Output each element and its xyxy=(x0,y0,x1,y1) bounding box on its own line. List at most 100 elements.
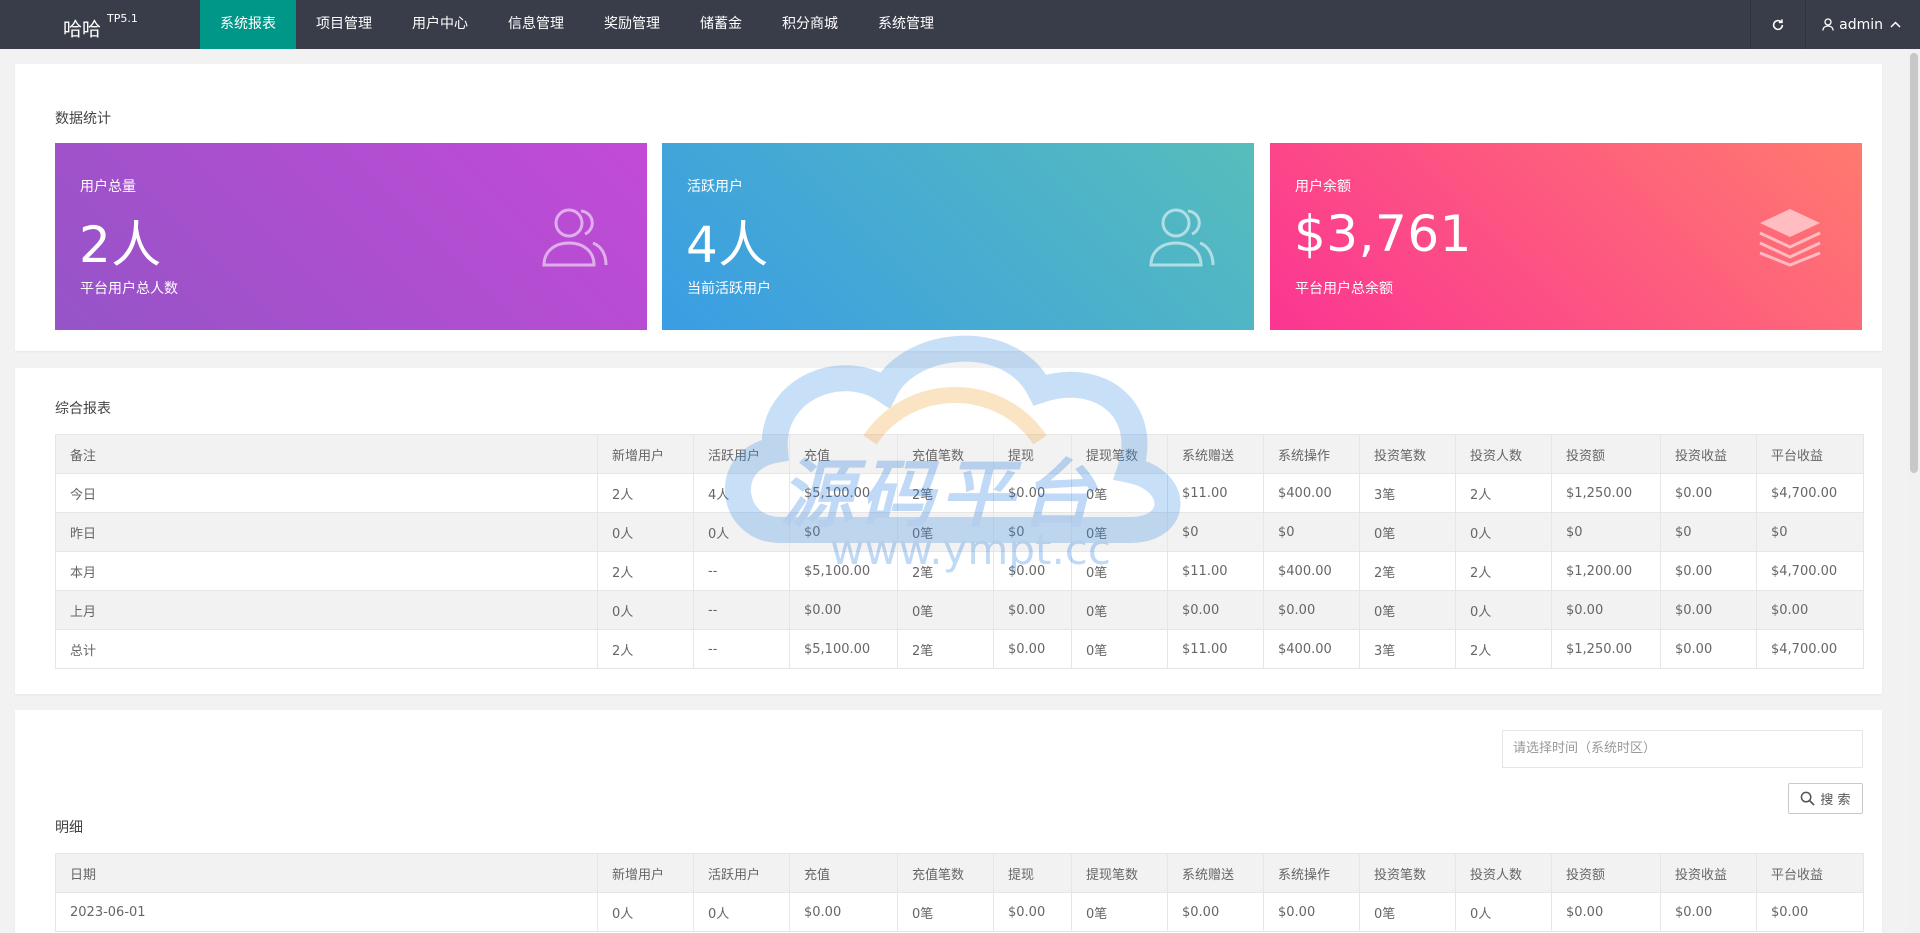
table-cell: $0.00 xyxy=(1167,892,1264,932)
table-cell: $0 xyxy=(993,512,1072,552)
card-desc: 当前活跃用户 xyxy=(687,281,771,297)
table-cell: $400.00 xyxy=(1263,629,1360,669)
table-cell: -- xyxy=(693,551,790,591)
nav-item[interactable]: 系统管理 xyxy=(858,0,954,49)
card-active-users: 活跃用户 4人 当前活跃用户 xyxy=(662,143,1254,330)
users-icon xyxy=(542,208,608,267)
column-header: 日期 xyxy=(55,853,598,893)
table-cell: 0人 xyxy=(693,892,790,932)
table-header-row: 备注 新增用户 活跃用户 充值 充值笔数 提现 提现笔数 系统赠送 系统操作 投资笔数 投资人数 投资… xyxy=(55,434,1864,474)
refresh-icon xyxy=(1772,18,1784,30)
user-menu[interactable]: admin xyxy=(1806,0,1920,49)
scrollbar-thumb[interactable] xyxy=(1910,53,1918,473)
table-cell: 0笔 xyxy=(1071,512,1168,552)
table-cell: 0笔 xyxy=(1071,629,1168,669)
users-icon xyxy=(1149,208,1215,267)
column-header: 投资收益 xyxy=(1660,434,1757,474)
card-label: 用户余额 xyxy=(1295,179,1351,195)
column-header: 新增用户 xyxy=(597,434,694,474)
table-cell: 2笔 xyxy=(897,551,994,591)
nav-item[interactable]: 信息管理 xyxy=(488,0,584,49)
nav-item[interactable]: 积分商城 xyxy=(762,0,858,49)
column-header: 提现 xyxy=(993,853,1072,893)
table-cell: $0.00 xyxy=(1660,892,1757,932)
nav-item[interactable]: 储蓄金 xyxy=(680,0,762,49)
stats-title: 数据统计 xyxy=(55,111,111,127)
nav-item[interactable]: 用户中心 xyxy=(392,0,488,49)
table-cell: $0.00 xyxy=(789,590,898,630)
table-cell: $0.00 xyxy=(1756,892,1864,932)
table-cell: $4,700.00 xyxy=(1756,473,1864,513)
card-desc: 平台用户总余额 xyxy=(1295,281,1393,297)
table-row: 昨日 0人 0人 $0 0笔 $0 0笔 $0 $0 0笔 0人 $0 $0 $0 xyxy=(55,512,1864,552)
table-cell: $0 xyxy=(1263,512,1360,552)
column-header: 充值 xyxy=(789,853,898,893)
date-range-input[interactable]: 请选择时间（系统时区） xyxy=(1502,730,1863,768)
table-row: 上月 0人 -- $0.00 0笔 $0.00 0笔 $0.00 $0.00 0笔 0人 $0.00 $… xyxy=(55,590,1864,630)
table-row: 2023-06-01 0人 0人 $0.00 0笔 $0.00 0笔 $0.00 $0.00 0笔… xyxy=(55,892,1864,932)
main-nav: 系统报表 项目管理 用户中心 信息管理 奖励管理 储蓄金 积分商城 系统管理 xyxy=(200,0,954,49)
table-cell: 0人 xyxy=(1455,512,1552,552)
table-cell: 0笔 xyxy=(1359,590,1456,630)
column-header: 充值笔数 xyxy=(897,853,994,893)
column-header: 系统赠送 xyxy=(1167,853,1264,893)
table-cell: 2笔 xyxy=(1359,551,1456,591)
table-row: 本月 2人 -- $5,100.00 2笔 $0.00 0笔 $11.00 $400.00 2笔 2… xyxy=(55,551,1864,591)
table-cell: $0.00 xyxy=(993,629,1072,669)
table-cell: $1,200.00 xyxy=(1551,551,1661,591)
table-cell: $0.00 xyxy=(1660,590,1757,630)
search-label: 搜 索 xyxy=(1820,793,1851,808)
table-cell: $11.00 xyxy=(1167,551,1264,591)
table-cell: 0笔 xyxy=(897,892,994,932)
table-cell: $0.00 xyxy=(993,551,1072,591)
table-cell: 上月 xyxy=(55,590,598,630)
top-right-tools: admin xyxy=(1750,0,1920,49)
table-cell: $0.00 xyxy=(1263,590,1360,630)
table-cell: 总计 xyxy=(55,629,598,669)
refresh-button[interactable] xyxy=(1750,0,1807,49)
column-header: 新增用户 xyxy=(597,853,694,893)
app-logo[interactable]: 哈哈 TP5.1 xyxy=(63,0,138,49)
table-row: 今日 2人 4人 $5,100.00 2笔 $0.00 0笔 $11.00 $400.00 3笔 2… xyxy=(55,473,1864,513)
nav-item[interactable]: 项目管理 xyxy=(296,0,392,49)
table-cell: 0人 xyxy=(597,512,694,552)
top-navbar: 哈哈 TP5.1 系统报表 项目管理 用户中心 信息管理 奖励管理 储蓄金 积分商城 系统管理 … xyxy=(0,0,1920,49)
column-header: 系统操作 xyxy=(1263,853,1360,893)
table-cell: $0.00 xyxy=(993,473,1072,513)
version-label: TP5.1 xyxy=(107,12,138,25)
table-header-row: 日期 新增用户 活跃用户 充值 充值笔数 提现 提现笔数 系统赠送 系统操作 投资笔数 投资人数 投资… xyxy=(55,853,1864,893)
table-cell: 2人 xyxy=(1455,629,1552,669)
table-cell: $0.00 xyxy=(1756,590,1864,630)
table-cell: -- xyxy=(693,590,790,630)
page-scrollbar[interactable] xyxy=(1908,49,1920,933)
column-header: 投资人数 xyxy=(1455,434,1552,474)
report-table: 备注 新增用户 活跃用户 充值 充值笔数 提现 提现笔数 系统赠送 系统操作 投资笔数 投资人数 投资… xyxy=(55,434,1864,669)
column-header: 投资额 xyxy=(1551,853,1661,893)
table-cell: $0.00 xyxy=(1551,892,1661,932)
table-cell: $0.00 xyxy=(993,892,1072,932)
chevron-up-icon xyxy=(1890,21,1901,28)
card-desc: 平台用户总人数 xyxy=(80,281,178,297)
nav-item[interactable]: 奖励管理 xyxy=(584,0,680,49)
card-value: 2人 xyxy=(79,216,162,274)
nav-item[interactable]: 系统报表 xyxy=(200,0,296,49)
detail-title: 明细 xyxy=(55,820,83,836)
search-button[interactable]: 搜 索 xyxy=(1788,783,1863,814)
card-total-users: 用户总量 2人 平台用户总人数 xyxy=(55,143,647,330)
table-cell: $0.00 xyxy=(993,590,1072,630)
table-cell: $0.00 xyxy=(1660,629,1757,669)
user-icon xyxy=(1822,18,1834,31)
table-cell: 本月 xyxy=(55,551,598,591)
table-cell: 0笔 xyxy=(1071,551,1168,591)
table-cell: 2人 xyxy=(597,473,694,513)
card-user-balance: 用户余额 $3,761 平台用户总余额 xyxy=(1270,143,1862,330)
search-icon xyxy=(1801,791,1816,806)
column-header: 系统赠送 xyxy=(1167,434,1264,474)
table-cell: $0 xyxy=(1660,512,1757,552)
table-cell: 0笔 xyxy=(1359,512,1456,552)
column-header: 投资人数 xyxy=(1455,853,1552,893)
column-header: 投资笔数 xyxy=(1359,434,1456,474)
layers-icon xyxy=(1759,209,1821,267)
table-cell: 2人 xyxy=(597,629,694,669)
column-header: 备注 xyxy=(55,434,598,474)
